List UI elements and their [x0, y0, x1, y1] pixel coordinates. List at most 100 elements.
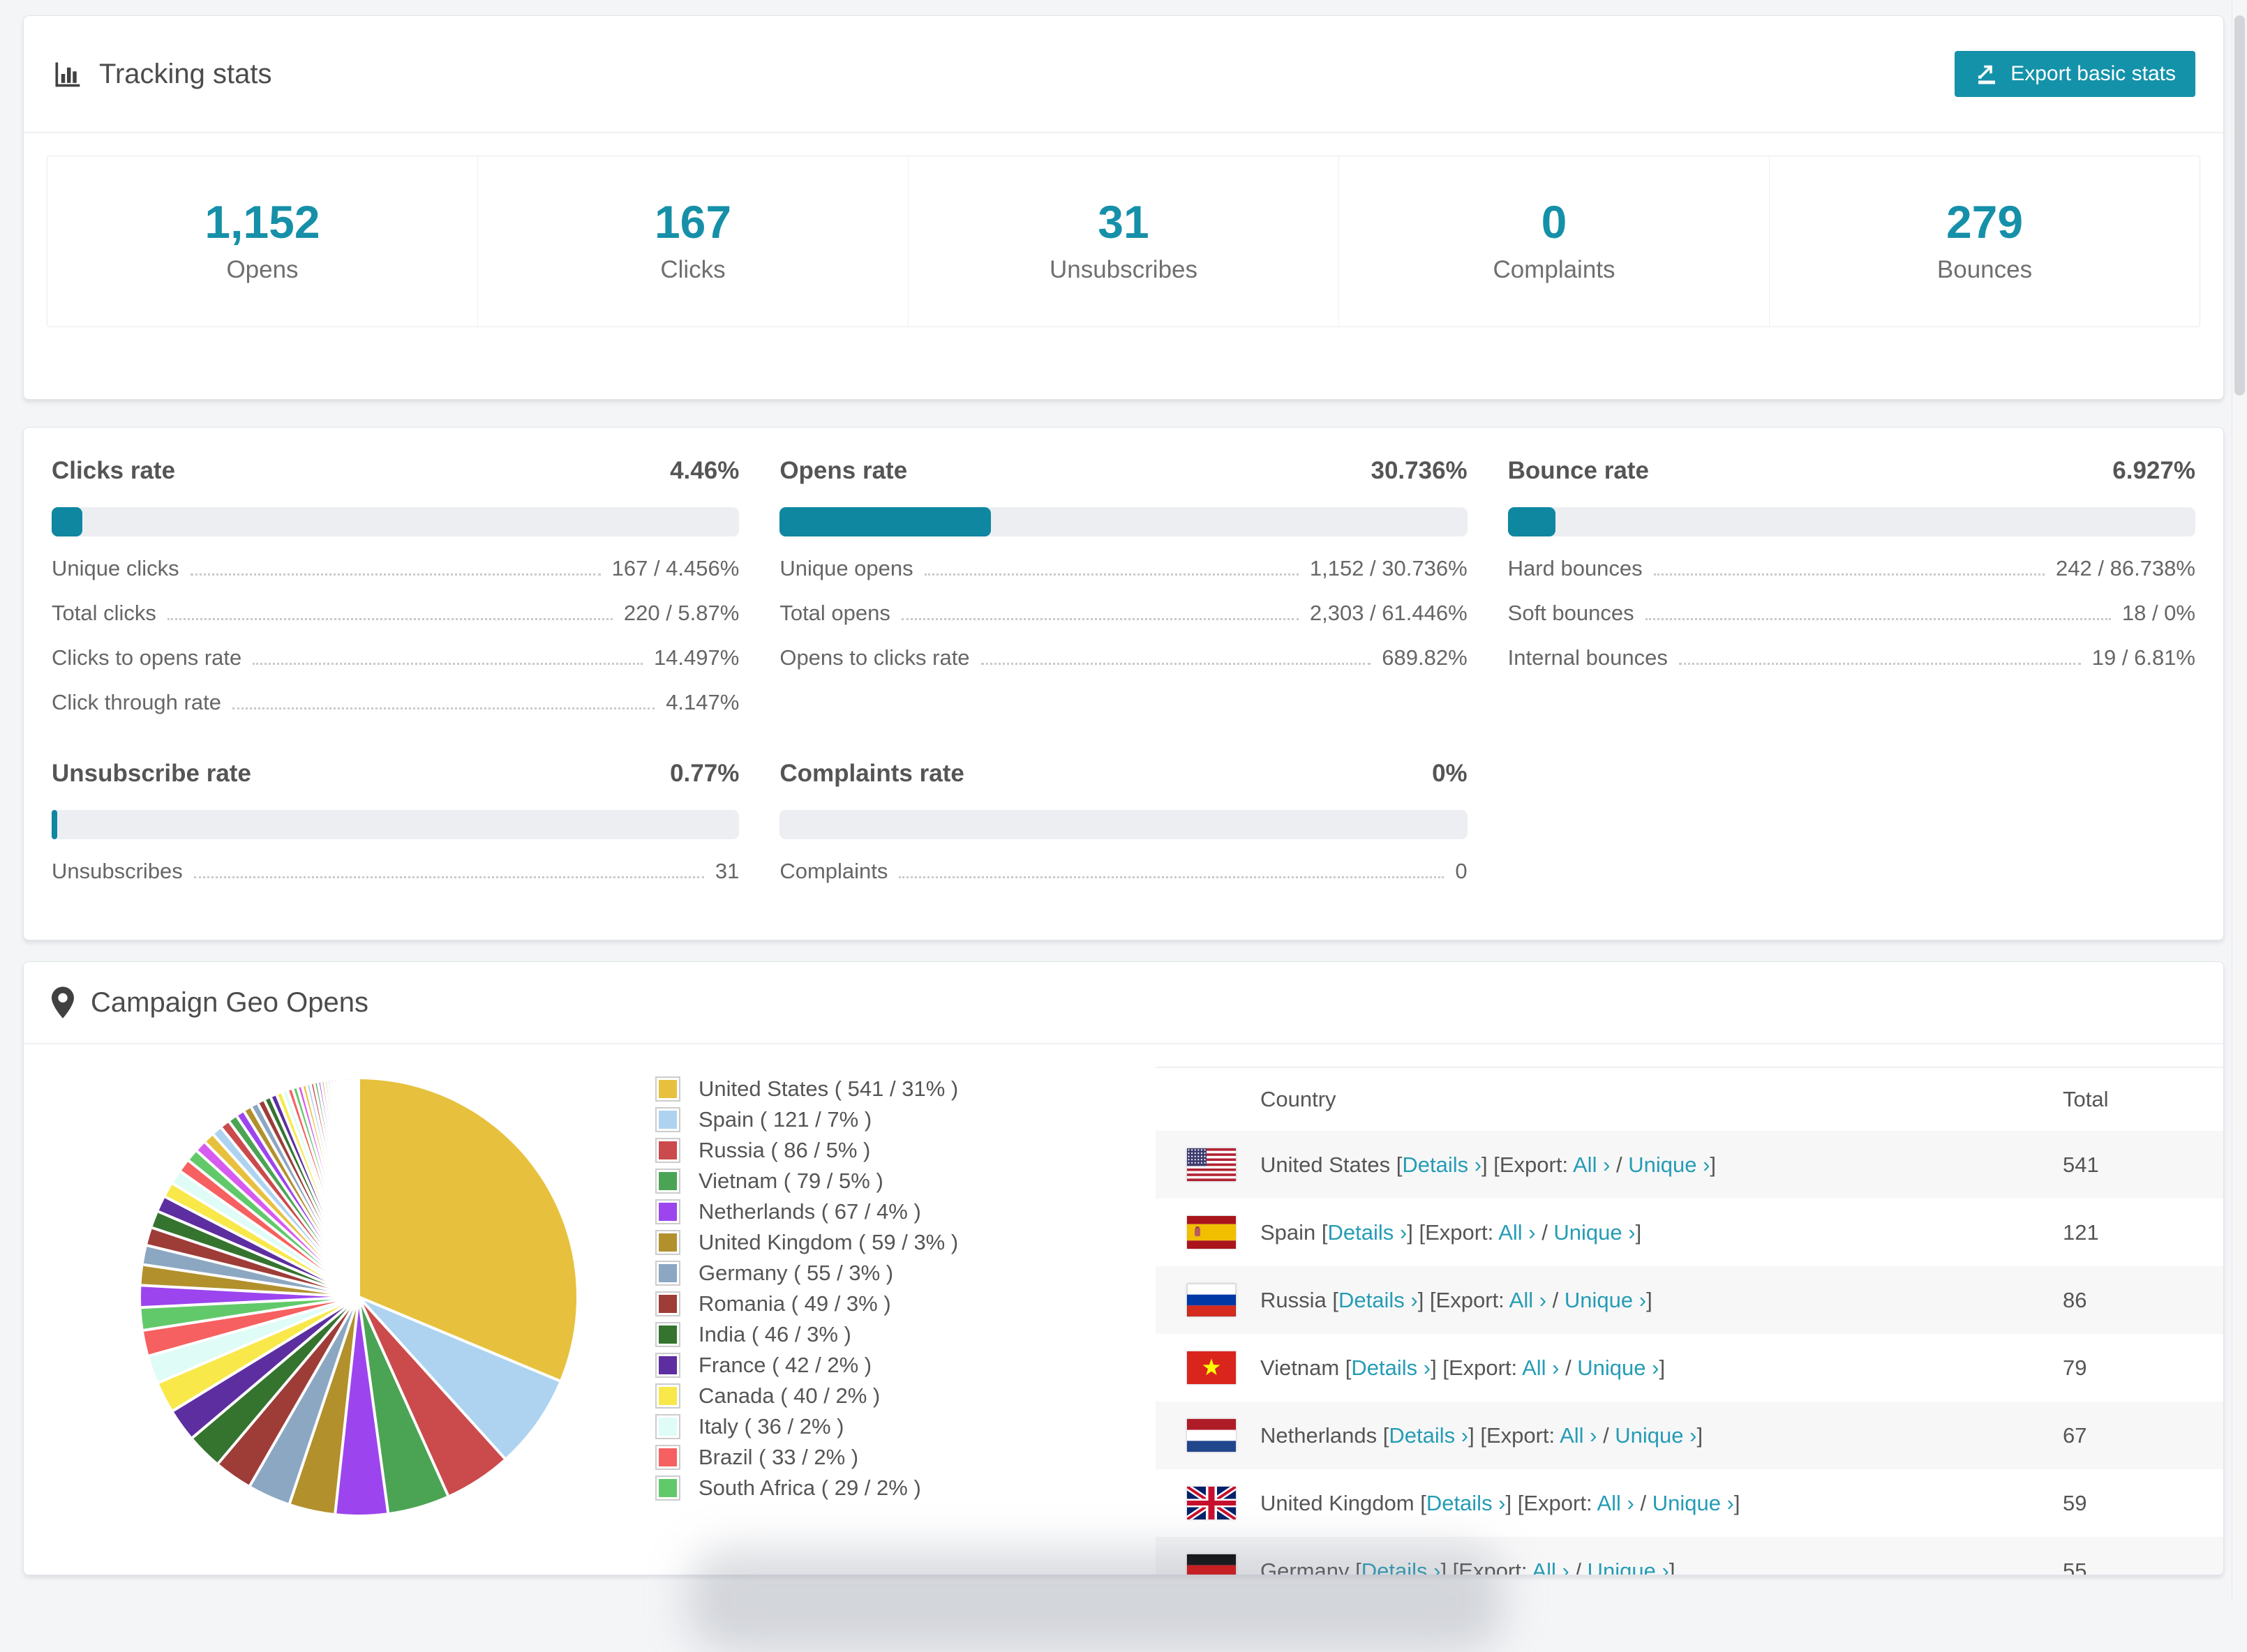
- dotted-leader: [1645, 618, 2111, 620]
- bracket: ] [Export:: [1407, 1219, 1499, 1245]
- export-button-label: Export basic stats: [2010, 62, 2176, 85]
- legend-swatch: [655, 1322, 680, 1347]
- rate-detail-value: 242 / 86.738%: [2056, 556, 2195, 580]
- es-flag-icon: [1187, 1216, 1236, 1249]
- geo-details-link[interactable]: Details ›: [1402, 1152, 1481, 1177]
- rate-detail-row: Click through rate 4.147%: [52, 690, 739, 715]
- rate-block-opens-rate: Opens rate 30.736% Unique opens 1,152 / 30.…: [779, 457, 1468, 715]
- geo-export-unique-link[interactable]: Unique ›: [1588, 1559, 1669, 1575]
- rate-detail-label: Total opens: [779, 601, 890, 625]
- geo-table-row: Vietnam [Details ›] [Export: All › / Uni…: [1156, 1334, 2223, 1402]
- geo-row-total: 55: [2063, 1558, 2087, 1575]
- slash: /: [1559, 1355, 1578, 1380]
- legend-label: Russia ( 86 / 5% ): [699, 1138, 871, 1162]
- geo-row-total: 79: [2063, 1355, 2087, 1380]
- bracket: ]: [1696, 1422, 1703, 1448]
- legend-label: United States ( 541 / 31% ): [699, 1076, 959, 1101]
- geo-export-all-link[interactable]: All ›: [1560, 1423, 1597, 1448]
- legend-item: France ( 42 / 2% ): [655, 1350, 958, 1381]
- rate-progress-track: [779, 507, 1468, 536]
- legend-item: Germany ( 55 / 3% ): [655, 1258, 958, 1289]
- geo-export-unique-link[interactable]: Unique ›: [1628, 1152, 1710, 1177]
- slash: /: [1569, 1558, 1588, 1575]
- geo-table-row: Spain [Details ›] [Export: All › / Uniqu…: [1156, 1199, 2223, 1266]
- geo-export-unique-link[interactable]: Unique ›: [1652, 1491, 1734, 1515]
- geo-table-row: United Kingdom [Details ›] [Export: All …: [1156, 1469, 2223, 1537]
- legend-swatch: [655, 1475, 680, 1501]
- bracket: [: [1332, 1287, 1338, 1312]
- tracking-stats-header: Tracking stats Export basic stats: [24, 16, 2223, 133]
- rate-title: Bounce rate: [1507, 457, 1649, 484]
- bracket: ] [Export:: [1431, 1355, 1523, 1380]
- legend-label: South Africa ( 29 / 2% ): [699, 1475, 921, 1500]
- legend-swatch: [655, 1383, 680, 1409]
- geo-export-all-link[interactable]: All ›: [1522, 1356, 1559, 1380]
- gb-flag-icon: [1187, 1487, 1236, 1519]
- rate-detail-label: Unique clicks: [52, 556, 179, 580]
- ru-flag-icon: [1187, 1284, 1236, 1316]
- bracket: ]: [1635, 1219, 1642, 1245]
- rate-progress-fill: [779, 507, 992, 536]
- legend-swatch: [655, 1445, 680, 1470]
- legend-item: Romania ( 49 / 3% ): [655, 1289, 958, 1319]
- rate-detail-label: Unsubscribes: [52, 859, 183, 883]
- rate-progress-fill: [1507, 507, 1555, 536]
- geo-export-all-link[interactable]: All ›: [1532, 1559, 1569, 1575]
- geo-export-all-link[interactable]: All ›: [1597, 1491, 1634, 1515]
- rate-detail-list: Unique clicks 167 / 4.456% Total clicks 220…: [52, 556, 739, 715]
- geo-export-unique-link[interactable]: Unique ›: [1615, 1423, 1696, 1448]
- scrollbar-thumb[interactable]: [2234, 15, 2245, 396]
- geo-row-text: Germany [Details ›] [Export: All › / Uni…: [1260, 1558, 1675, 1575]
- dotted-leader: [253, 663, 643, 665]
- rate-block-clicks-rate: Clicks rate 4.46% Unique clicks 167 / 4.456…: [52, 457, 740, 715]
- geo-export-all-link[interactable]: All ›: [1498, 1220, 1535, 1245]
- page-scrollbar[interactable]: [2232, 0, 2247, 1599]
- legend-item: India ( 46 / 3% ): [655, 1319, 958, 1350]
- legend-swatch: [655, 1076, 680, 1102]
- geo-details-link[interactable]: Details ›: [1338, 1288, 1418, 1312]
- rate-detail-value: 4.147%: [666, 690, 740, 714]
- bracket: ]: [1669, 1558, 1675, 1575]
- geo-export-unique-link[interactable]: Unique ›: [1553, 1220, 1635, 1245]
- stat-label: Bounces: [1936, 256, 2033, 283]
- geo-table-row: United States [Details ›] [Export: All ›…: [1156, 1131, 2223, 1199]
- rate-detail-label: Internal bounces: [1507, 645, 1668, 670]
- geo-details-link[interactable]: Details ›: [1328, 1220, 1408, 1245]
- legend-swatch: [655, 1107, 680, 1132]
- geo-export-all-link[interactable]: All ›: [1573, 1152, 1610, 1177]
- rate-detail-value: 1,152 / 30.736%: [1309, 556, 1468, 580]
- export-basic-stats-button[interactable]: Export basic stats: [1955, 51, 2195, 97]
- legend-item: United States ( 541 / 31% ): [655, 1074, 958, 1104]
- stat-value: 31: [1098, 196, 1149, 248]
- rate-detail-label: Soft bounces: [1507, 601, 1634, 625]
- geo-export-unique-link[interactable]: Unique ›: [1577, 1356, 1659, 1380]
- legend-label: Brazil ( 33 / 2% ): [699, 1445, 859, 1469]
- legend-label: United Kingdom ( 59 / 3% ): [699, 1230, 959, 1254]
- bracket: [: [1321, 1219, 1328, 1245]
- rate-detail-row: Clicks to opens rate 14.497%: [52, 645, 739, 670]
- rate-block-header: Clicks rate 4.46%: [52, 457, 739, 485]
- bracket: [: [1420, 1490, 1426, 1515]
- legend-label: Italy ( 36 / 2% ): [699, 1414, 844, 1439]
- rate-detail-row: Unsubscribes 31: [52, 859, 739, 884]
- legend-item: Russia ( 86 / 5% ): [655, 1135, 958, 1166]
- bracket: ]: [1733, 1490, 1740, 1515]
- geo-row-text: Netherlands [Details ›] [Export: All › /…: [1260, 1423, 1703, 1448]
- geo-country-name: United States: [1260, 1152, 1396, 1177]
- rate-block-header: Bounce rate 6.927%: [1508, 457, 2195, 485]
- geo-details-link[interactable]: Details ›: [1351, 1356, 1431, 1380]
- rate-detail-value: 167 / 4.456%: [611, 556, 740, 580]
- bracket: ] [Export:: [1440, 1558, 1532, 1575]
- bar-chart-icon: [52, 59, 82, 89]
- geo-details-link[interactable]: Details ›: [1426, 1491, 1506, 1515]
- legend-label: India ( 46 / 3% ): [699, 1322, 851, 1346]
- legend-label: Vietnam ( 79 / 5% ): [699, 1169, 883, 1193]
- rate-progress-track: [52, 507, 740, 536]
- geo-export-unique-link[interactable]: Unique ›: [1565, 1288, 1646, 1312]
- geo-export-all-link[interactable]: All ›: [1509, 1288, 1546, 1312]
- geo-details-link[interactable]: Details ›: [1389, 1423, 1468, 1448]
- total-column-header: Total: [2063, 1087, 2109, 1111]
- rate-value: 30.736%: [1371, 457, 1468, 484]
- geo-details-link[interactable]: Details ›: [1361, 1559, 1441, 1575]
- rate-detail-list: Unique opens 1,152 / 30.736% Total opens 2,…: [779, 556, 1467, 670]
